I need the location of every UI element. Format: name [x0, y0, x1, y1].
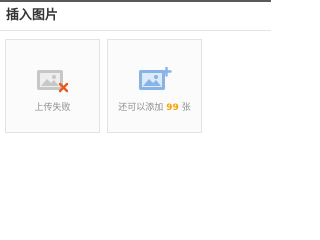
dialog-title: 插入图片 — [6, 8, 59, 23]
add-image-label: 还可以添加 99 张 — [108, 102, 201, 114]
failed-upload-card[interactable]: 上传失败 — [5, 39, 100, 133]
add-image-card[interactable]: 还可以添加 99 张 — [107, 39, 202, 133]
add-image-label-suffix: 张 — [181, 103, 191, 113]
remaining-count: 99 — [166, 103, 179, 113]
image-add-icon — [138, 67, 172, 90]
image-failed-icon — [36, 70, 68, 93]
add-image-label-prefix: 还可以添加 — [118, 103, 164, 113]
dialog-header: 插入图片 — [0, 2, 271, 31]
failed-upload-label: 上传失败 — [34, 103, 71, 113]
